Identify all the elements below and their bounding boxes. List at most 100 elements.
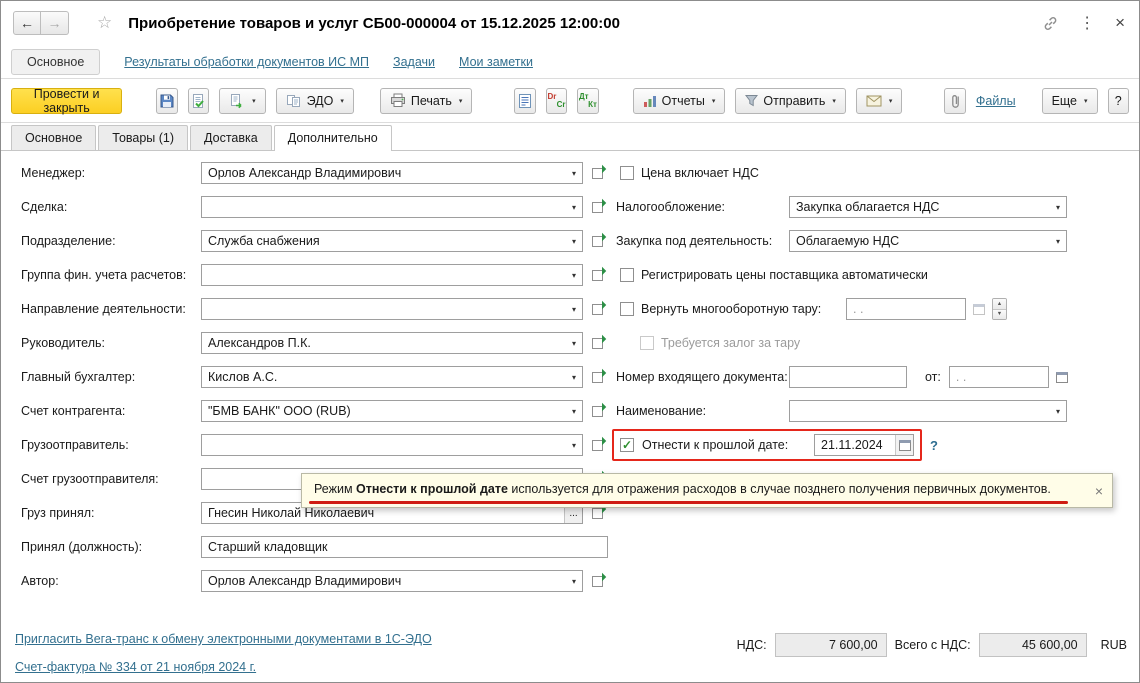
dropdown-caret-icon[interactable]: ▾ bbox=[1050, 203, 1066, 212]
nav-link-ismp-results[interactable]: Результаты обработки документов ИС МП bbox=[124, 55, 369, 69]
dropdown-caret-icon[interactable]: ▾ bbox=[566, 169, 582, 178]
get-link-button[interactable] bbox=[1042, 15, 1059, 32]
favorite-star-icon[interactable]: ☆ bbox=[97, 13, 112, 33]
back-button[interactable]: ← bbox=[13, 11, 41, 35]
activity-direction-field[interactable]: ▾ bbox=[201, 298, 583, 320]
dropdown-caret-icon[interactable]: ▾ bbox=[566, 203, 582, 212]
spinner-up-icon[interactable]: ▲ bbox=[993, 299, 1006, 310]
edo-button[interactable]: ЭДО ▾ bbox=[275, 87, 354, 114]
head-field[interactable]: Александров П.К. ▾ bbox=[201, 332, 583, 354]
past-date-field[interactable]: 21.11.2024 bbox=[814, 434, 914, 456]
taxation-label: Налогообложение: bbox=[616, 200, 726, 214]
form-row: Закупка под деятельность: Облагаемую НДС… bbox=[616, 229, 1131, 253]
post-and-close-button[interactable]: Провести и закрыть bbox=[11, 87, 123, 115]
open-button[interactable] bbox=[587, 401, 607, 421]
dt-kt-icon: Дт Кт bbox=[578, 91, 597, 109]
date-spinner[interactable]: ▲ ▼ bbox=[992, 298, 1007, 320]
open-button[interactable] bbox=[587, 265, 607, 285]
form-row: Направление деятельности: ▾ bbox=[21, 297, 613, 321]
spinner-down-icon[interactable]: ▼ bbox=[993, 309, 1006, 319]
taxation-select[interactable]: Закупка облагается НДС ▾ bbox=[789, 196, 1067, 218]
purchase-activity-value: Облагаемую НДС bbox=[796, 234, 900, 248]
files-link[interactable]: Файлы bbox=[976, 94, 1016, 108]
open-button[interactable] bbox=[587, 163, 607, 183]
consignor-field[interactable]: ▾ bbox=[201, 434, 583, 456]
incoming-doc-date-field[interactable]: . . bbox=[948, 366, 1049, 388]
tab-dostavka[interactable]: Доставка bbox=[190, 125, 272, 150]
tab-osnovnoe[interactable]: Основное bbox=[11, 125, 97, 150]
price-includes-vat-checkbox[interactable] bbox=[620, 166, 634, 180]
form-tab-strip: Основное Товары (1) Доставка Дополнитель… bbox=[1, 123, 1139, 151]
head-value: Александров П.К. bbox=[208, 336, 311, 350]
save-button[interactable] bbox=[156, 87, 178, 114]
open-button[interactable] bbox=[587, 231, 607, 251]
cargo-received-by-label: Груз принял: bbox=[21, 506, 95, 520]
more-button[interactable]: Еще ▾ bbox=[1041, 87, 1098, 114]
close-window-button[interactable]: × bbox=[1115, 13, 1125, 33]
help-button[interactable]: ? bbox=[1107, 87, 1129, 114]
invoice-link[interactable]: Счет-фактура № 334 от 21 ноября 2024 г. bbox=[15, 660, 256, 674]
dropdown-caret-icon[interactable]: ▾ bbox=[566, 441, 582, 450]
related-documents-button[interactable] bbox=[514, 87, 536, 114]
dropdown-caret-icon[interactable]: ▾ bbox=[566, 373, 582, 382]
open-button[interactable] bbox=[587, 571, 607, 591]
purchase-activity-select[interactable]: Облагаемую НДС ▾ bbox=[789, 230, 1067, 252]
register-prices-checkbox[interactable] bbox=[620, 268, 634, 282]
incoming-doc-number-field[interactable] bbox=[789, 366, 907, 388]
forward-button[interactable]: → bbox=[41, 11, 69, 35]
name-select[interactable]: ▾ bbox=[789, 400, 1067, 422]
open-button[interactable] bbox=[587, 299, 607, 319]
department-value: Служба снабжения bbox=[208, 234, 320, 248]
tare-deposit-checkbox bbox=[640, 336, 654, 350]
dt-kt-entries-button[interactable]: Дт Кт bbox=[577, 87, 599, 114]
invite-edo-link[interactable]: Пригласить Вега-транс к обмену электронн… bbox=[15, 632, 432, 646]
open-button[interactable] bbox=[587, 435, 607, 455]
tare-date-field[interactable]: . . bbox=[846, 298, 966, 320]
tooltip-close-button[interactable]: × bbox=[1095, 483, 1103, 499]
totals: НДС: 7 600,00 Всего с НДС: 45 600,00 RUB bbox=[737, 633, 1127, 657]
dropdown-caret-icon[interactable]: ▾ bbox=[1050, 407, 1066, 416]
history-buttons: ← → bbox=[13, 11, 69, 35]
reports-button[interactable]: Отчеты ▾ bbox=[632, 87, 726, 114]
tab-tovary[interactable]: Товары (1) bbox=[98, 125, 189, 150]
post-document-button[interactable] bbox=[187, 87, 210, 114]
attachments-button[interactable] bbox=[944, 87, 966, 114]
nav-main-tab[interactable]: Основное bbox=[11, 48, 101, 75]
send-button[interactable]: Отправить ▾ bbox=[735, 87, 846, 114]
calendar-button[interactable] bbox=[895, 435, 913, 455]
deal-field[interactable]: ▾ bbox=[201, 196, 583, 218]
kebab-menu-button[interactable]: ⋮ bbox=[1079, 13, 1095, 33]
manager-field[interactable]: Орлов Александр Владимирович ▾ bbox=[201, 162, 583, 184]
nav-link-tasks[interactable]: Задачи bbox=[393, 55, 435, 69]
past-date-checkbox[interactable] bbox=[620, 438, 634, 452]
open-button[interactable] bbox=[587, 197, 607, 217]
return-tare-checkbox[interactable] bbox=[620, 302, 634, 316]
nav-link-my-notes[interactable]: Мои заметки bbox=[459, 55, 533, 69]
counterparty-account-field[interactable]: "БМВ БАНК" ООО (RUB) ▾ bbox=[201, 400, 583, 422]
tab-dopolnitelno[interactable]: Дополнительно bbox=[273, 125, 392, 151]
department-field[interactable]: Служба снабжения ▾ bbox=[201, 230, 583, 252]
dropdown-caret-icon[interactable]: ▾ bbox=[566, 339, 582, 348]
create-based-on-button[interactable]: ▾ bbox=[219, 87, 266, 114]
dropdown-caret-icon[interactable]: ▾ bbox=[566, 577, 582, 586]
dr-cr-entries-button[interactable]: Dr Cr bbox=[545, 87, 568, 114]
dropdown-caret-icon[interactable]: ▾ bbox=[566, 305, 582, 314]
received-position-label: Принял (должность): bbox=[21, 540, 143, 554]
mail-button[interactable]: ▾ bbox=[855, 87, 903, 114]
past-date-help-link[interactable]: ? bbox=[930, 438, 938, 453]
dropdown-caret-icon[interactable]: ▾ bbox=[566, 271, 582, 280]
dropdown-caret-icon[interactable]: ▾ bbox=[566, 407, 582, 416]
received-position-field[interactable]: Старший кладовщик bbox=[201, 536, 608, 558]
calendar-button[interactable] bbox=[969, 299, 989, 319]
author-field[interactable]: Орлов Александр Владимирович ▾ bbox=[201, 570, 583, 592]
total-with-vat-label: Всего с НДС: bbox=[894, 638, 971, 652]
print-button[interactable]: Печать ▾ bbox=[379, 87, 473, 114]
open-button[interactable] bbox=[587, 333, 607, 353]
open-button[interactable] bbox=[587, 367, 607, 387]
dropdown-caret-icon[interactable]: ▾ bbox=[1050, 237, 1066, 246]
fin-accounting-group-field[interactable]: ▾ bbox=[201, 264, 583, 286]
calendar-button[interactable] bbox=[1052, 367, 1072, 387]
form-row: Главный бухгалтер: Кислов А.С. ▾ bbox=[21, 365, 613, 389]
dropdown-caret-icon[interactable]: ▾ bbox=[566, 237, 582, 246]
chief-accountant-field[interactable]: Кислов А.С. ▾ bbox=[201, 366, 583, 388]
